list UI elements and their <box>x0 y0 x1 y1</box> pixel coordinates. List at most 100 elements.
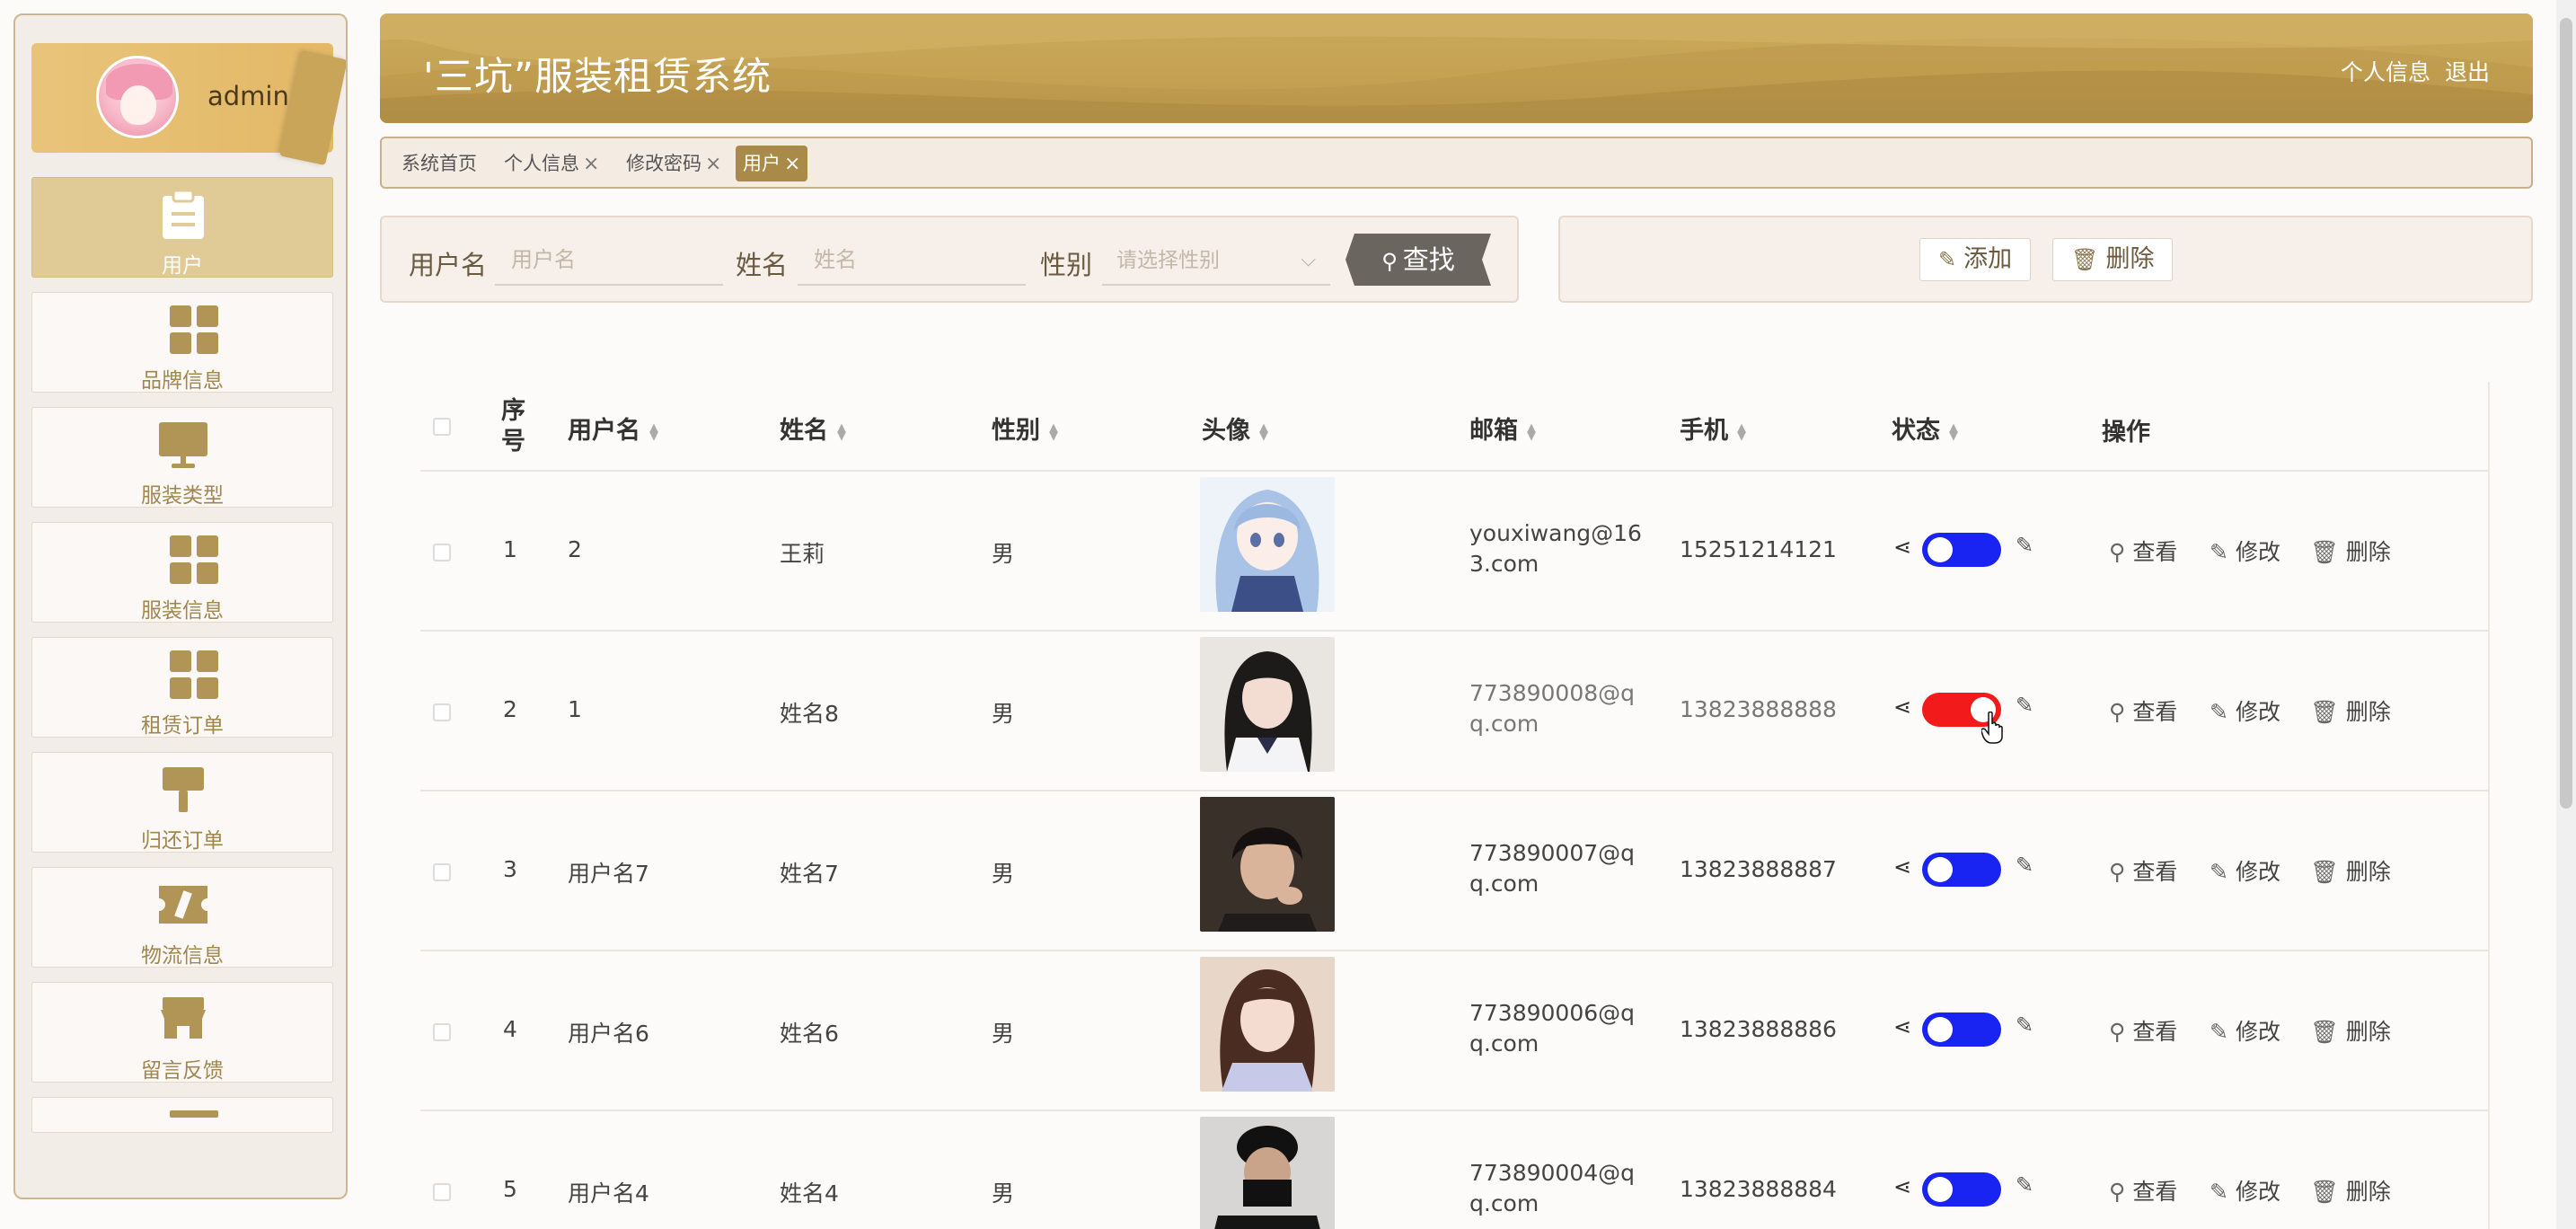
table-row: 4 用户名6 姓名6 男 773890006@qq.com 1382388888… <box>420 951 2488 1111</box>
status-toggle[interactable] <box>1922 533 2001 567</box>
delete-button[interactable]: 🗑 删除 <box>2310 1174 2391 1207</box>
avatar-image[interactable] <box>1200 957 1335 1092</box>
row-checkbox[interactable] <box>433 544 451 561</box>
column-label: 头像 <box>1202 417 1250 445</box>
view-button[interactable]: ⚲ 查看 <box>2109 1174 2177 1207</box>
status-toggle[interactable] <box>1922 1012 2001 1047</box>
view-button[interactable]: ⚲ 查看 <box>2109 694 2177 727</box>
view-button[interactable]: ⚲ 查看 <box>2109 535 2177 567</box>
cell-gender: 男 <box>992 1180 1015 1207</box>
pencil-icon[interactable]: ✎ <box>2016 1172 2033 1198</box>
avatar-image[interactable] <box>1200 1117 1335 1229</box>
share-icon[interactable]: ⋖ <box>1893 694 1911 720</box>
pencil-icon[interactable]: ✎ <box>2016 853 2033 878</box>
column-label: 用户名 <box>568 417 640 445</box>
username-input[interactable] <box>495 235 723 286</box>
pencil-icon[interactable]: ✎ <box>2016 533 2033 558</box>
name-input[interactable] <box>798 235 1026 286</box>
row-checkbox[interactable] <box>433 703 451 721</box>
toggle-knob <box>1928 537 1953 562</box>
edit-button[interactable]: ✎ 修改 <box>2210 854 2280 887</box>
search-icon: ⚲ <box>2109 859 2126 885</box>
share-icon[interactable]: ⋖ <box>1893 1174 1911 1199</box>
tab-home[interactable]: 系统首页 <box>394 146 484 181</box>
sidebar-item-brand[interactable]: 品牌信息 <box>31 292 333 393</box>
avatar[interactable] <box>96 56 179 138</box>
column-phone[interactable]: 手机 ▲ ▼ <box>1680 411 1746 446</box>
view-button[interactable]: ⚲ 查看 <box>2109 1014 2177 1047</box>
profile-link[interactable]: 个人信息 <box>2341 59 2430 85</box>
edit-button[interactable]: ✎ 修改 <box>2210 1174 2280 1207</box>
edit-button[interactable]: ✎ 修改 <box>2210 1014 2280 1047</box>
batch-delete-button[interactable]: 🗑 删除 <box>2052 238 2174 281</box>
gender-label: 性别 <box>1040 250 1093 280</box>
edit-button[interactable]: ✎ 修改 <box>2210 694 2280 727</box>
delete-button[interactable]: 🗑 删除 <box>2310 694 2391 727</box>
column-avatar[interactable]: 头像 ▲ ▼ <box>1202 411 1268 446</box>
cell-username: 用户名7 <box>568 861 649 887</box>
view-label: 查看 <box>2132 859 2178 885</box>
edit-button[interactable]: ✎ 修改 <box>2210 535 2280 567</box>
scrollbar-thumb[interactable] <box>2560 18 2572 809</box>
close-icon[interactable]: × <box>784 153 800 175</box>
sidebar-item-more[interactable] <box>31 1097 333 1133</box>
username-label: 用户名 <box>409 250 488 280</box>
delete-button[interactable]: 🗑 删除 <box>2310 1014 2391 1047</box>
toggle-knob <box>1928 857 1953 882</box>
search-button[interactable]: ⚲ 查找 <box>1345 234 1491 286</box>
cell-index: 2 <box>503 696 517 722</box>
avatar-image[interactable] <box>1200 637 1335 772</box>
sidebar-item-label: 品牌信息 <box>141 369 224 393</box>
pencil-icon[interactable]: ✎ <box>2016 1012 2033 1038</box>
sidebar-item-rental-orders[interactable]: 租赁订单 <box>31 637 333 738</box>
column-gender[interactable]: 性别 ▲ ▼ <box>992 411 1058 446</box>
cell-index: 4 <box>503 1016 517 1042</box>
delete-button[interactable]: 🗑 删除 <box>2310 535 2391 567</box>
logout-link[interactable]: 退出 <box>2445 59 2490 85</box>
select-all-checkbox[interactable] <box>433 418 451 436</box>
close-icon[interactable]: × <box>705 153 721 175</box>
status-toggle[interactable] <box>1922 1172 2001 1207</box>
tab-users[interactable]: 用户 × <box>736 146 808 181</box>
user-table: 序号 用户名 ▲ ▼ 姓名 ▲ ▼ 性别 ▲ ▼ 头像 ▲ ▼ 邮箱 ▲ ▼ 手机 ▲ ▼ 状态 ▲ ▼ 操… <box>420 382 2490 1229</box>
header-links: 个人信息 退出 <box>2333 55 2490 87</box>
add-button[interactable]: ✎ 添加 <box>1919 238 2032 281</box>
close-icon[interactable]: × <box>583 153 599 175</box>
cell-email: 773890007@qq.com <box>1469 840 1636 897</box>
row-checkbox[interactable] <box>433 863 451 881</box>
column-status[interactable]: 状态 ▲ ▼ <box>1892 411 1958 446</box>
sort-icon: ▲ ▼ <box>1527 420 1536 443</box>
cell-gender: 男 <box>992 861 1015 887</box>
cell-email: 773890008@qq.com <box>1469 680 1636 737</box>
share-icon[interactable]: ⋖ <box>1893 1014 1911 1039</box>
column-email[interactable]: 邮箱 ▲ ▼ <box>1469 411 1536 446</box>
trash-icon: 🗑 <box>2310 859 2339 885</box>
share-icon[interactable]: ⋖ <box>1893 535 1911 560</box>
tab-change-password[interactable]: 修改密码 × <box>619 146 728 181</box>
view-button[interactable]: ⚲ 查看 <box>2109 854 2177 887</box>
sidebar-item-feedback[interactable]: 留言反馈 <box>31 982 333 1083</box>
edit-label: 修改 <box>2235 859 2280 885</box>
sidebar-item-logistics[interactable]: 物流信息 <box>31 867 333 968</box>
sidebar-item-return-orders[interactable]: 归还订单 <box>31 752 333 853</box>
sidebar-item-clothing-info[interactable]: 服装信息 <box>31 522 333 623</box>
share-icon[interactable]: ⋖ <box>1893 854 1911 880</box>
pencil-icon[interactable]: ✎ <box>2016 693 2033 718</box>
chevron-down-icon: ⌵ <box>1301 249 1316 271</box>
tab-profile[interactable]: 个人信息 × <box>497 146 606 181</box>
gender-select[interactable]: 请选择性别 ⌵ <box>1102 235 1330 286</box>
column-name[interactable]: 姓名 ▲ ▼ <box>780 411 846 446</box>
sidebar-item-clothing-type[interactable]: 服装类型 <box>31 407 333 508</box>
avatar-image[interactable] <box>1200 797 1335 932</box>
delete-button[interactable]: 🗑 删除 <box>2310 854 2391 887</box>
row-checkbox[interactable] <box>433 1023 451 1041</box>
status-toggle[interactable] <box>1922 853 2001 887</box>
column-username[interactable]: 用户名 ▲ ▼ <box>568 411 658 446</box>
row-checkbox[interactable] <box>433 1183 451 1201</box>
cell-username: 2 <box>568 536 582 562</box>
column-label: 性别 <box>992 417 1040 445</box>
avatar-image[interactable] <box>1200 477 1335 612</box>
sort-icon: ▲ ▼ <box>1049 420 1058 443</box>
page-scrollbar[interactable] <box>2556 0 2576 1229</box>
sidebar-item-users[interactable]: 用户 <box>31 177 333 278</box>
